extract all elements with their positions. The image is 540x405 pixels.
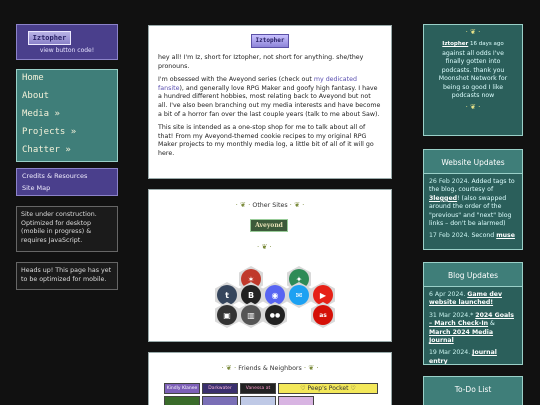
site-button[interactable]: Iztopher xyxy=(28,31,71,45)
construction-notice: Site under construction. Optimized for d… xyxy=(16,206,118,252)
other-sites-title: · ❦ · Other Sites · ❦ · xyxy=(235,201,305,209)
nav-home[interactable]: Home xyxy=(22,73,44,83)
nav-credits[interactable]: Credits & Resources xyxy=(22,172,87,180)
update-1: 26 Feb 2024. Added tags to the blog, cou… xyxy=(429,178,515,228)
intro-p2: I'm obsessed with the Aveyond series (ch… xyxy=(158,76,381,118)
update-2: 17 Feb 2024. Second muse xyxy=(429,232,515,240)
nav-sitemap[interactable]: Site Map xyxy=(22,184,50,192)
user-link[interactable]: 3legged xyxy=(429,195,457,202)
shoutbox: · ❦ · Iztopher 16 days ago against all o… xyxy=(423,24,523,136)
aveyond-button[interactable]: Aveyond xyxy=(250,219,288,232)
leaf-icon: · ❦ · xyxy=(221,364,237,372)
website-updates: Website Updates 26 Feb 2024. Added tags … xyxy=(423,149,523,250)
button-caption[interactable]: view button code! xyxy=(16,47,118,54)
lastfm-icon[interactable]: as xyxy=(311,302,335,328)
friends-title: · ❦ · Friends & Neighbors · ❦ · xyxy=(221,364,319,372)
leaf-icon: · ❦ · xyxy=(303,364,319,372)
main-nav: Home About Media » Projects » Chatter » xyxy=(16,69,118,162)
blog-title: Blog Updates xyxy=(424,263,522,287)
intro-p3: This site is intended as a one-stop shop… xyxy=(158,124,374,157)
divider-icon: · ❦ · xyxy=(257,243,272,251)
shout-time: 16 days ago xyxy=(469,41,504,47)
intro-card: Iztopher hey all! I'm Iz, short for Izto… xyxy=(148,25,392,179)
intro-badge: Iztopher xyxy=(251,34,289,48)
blog-entry-3: 19 Mar 2024. Journal entry xyxy=(429,349,497,365)
leaf-icon: · ❦ · xyxy=(465,28,481,36)
friends-card: · ❦ · Friends & Neighbors · ❦ · Kindly K… xyxy=(148,352,392,405)
updates-title: Website Updates xyxy=(424,150,522,174)
friend-button-4[interactable]: ♡ Peep's Pocket ♡ xyxy=(278,383,378,394)
itch-icon[interactable]: ▣ xyxy=(215,302,239,328)
library-icon[interactable]: ▥ xyxy=(239,302,263,328)
friend-button-1[interactable]: Kindly Klanee xyxy=(164,383,200,394)
todo-list: To-Do List xyxy=(423,376,523,405)
friend-button-7[interactable] xyxy=(240,396,276,405)
other-sites-card: · ❦ · Other Sites · ❦ · Aveyond · ❦ · ✶ ✦… xyxy=(148,189,392,342)
shout-author[interactable]: Iztopher xyxy=(442,41,468,47)
leaf-icon: · ❦ · xyxy=(235,201,251,209)
nav-projects[interactable]: Projects » xyxy=(22,127,76,137)
intro-p1: hey all! I'm Iz, short for Iztopher, not… xyxy=(158,54,364,70)
nav-media[interactable]: Media » xyxy=(22,109,60,119)
secondary-nav: Credits & Resources Site Map xyxy=(16,168,118,196)
friend-button-2[interactable]: Darkwater xyxy=(202,383,238,394)
friend-button-5[interactable] xyxy=(164,396,200,405)
nav-chatter[interactable]: Chatter » xyxy=(22,145,71,155)
friend-button-6[interactable] xyxy=(202,396,238,405)
muse-link[interactable]: muse xyxy=(496,232,515,239)
friend-button-3[interactable]: Vanessa at Internet xyxy=(240,383,276,394)
flickr-icon[interactable]: ●● xyxy=(263,302,287,328)
mobile-notice: Heads up! This page has yet to be optimi… xyxy=(16,262,118,290)
blog-link-3[interactable]: March 2024 Media Journal xyxy=(429,329,493,344)
leaf-icon: · ❦ · xyxy=(289,201,305,209)
shout-text: against all odds I've finally gotten int… xyxy=(438,50,508,100)
blog-entry-1: 6 Apr 2024. Game dev website launched! xyxy=(429,291,502,307)
nav-about[interactable]: About xyxy=(22,91,49,101)
friend-button-8[interactable] xyxy=(278,396,314,405)
leaf-icon: · ❦ · xyxy=(465,103,481,112)
todo-title: To-Do List xyxy=(424,377,522,400)
blog-entry-2: 31 Mar 2024.* 2024 Goals – March Check-I… xyxy=(429,311,514,345)
blog-updates: Blog Updates 6 Apr 2024. Game dev websit… xyxy=(423,262,523,365)
